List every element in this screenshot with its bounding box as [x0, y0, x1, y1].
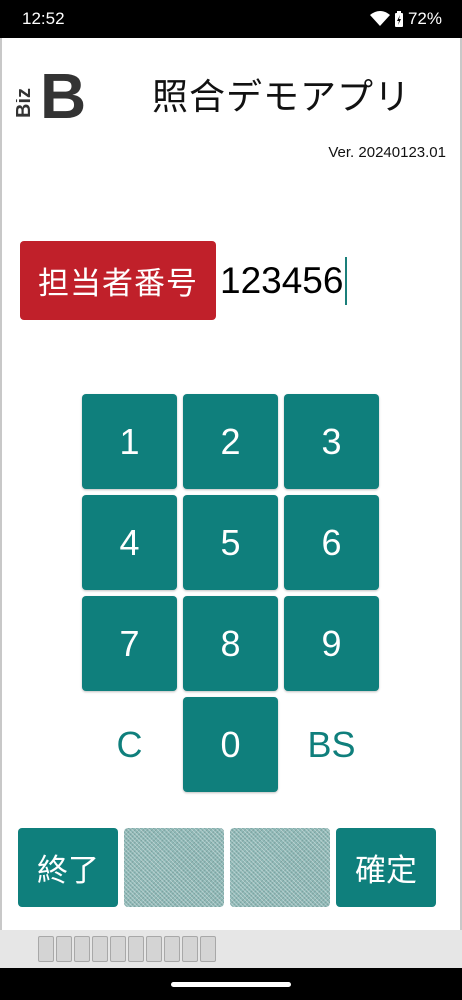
biz-logo: Biz B: [13, 60, 96, 132]
key-5[interactable]: 5: [183, 495, 278, 590]
key-0[interactable]: 0: [183, 697, 278, 792]
backspace-key[interactable]: BS: [284, 697, 379, 792]
staff-number-field[interactable]: 123456: [220, 252, 420, 310]
key-2[interactable]: 2: [183, 394, 278, 489]
exit-button[interactable]: 終了: [18, 828, 118, 907]
bottom-slot-strip: [0, 930, 462, 968]
key-9[interactable]: 9: [284, 596, 379, 691]
battery-percent: 72%: [407, 9, 442, 28]
text-cursor: [345, 257, 348, 305]
app-window: Biz B 照合デモアプリ Ver. 20240123.01 担当者番号 123…: [0, 38, 462, 930]
key-8[interactable]: 8: [183, 596, 278, 691]
slot: [182, 936, 198, 962]
staff-number-value: 123456: [220, 260, 344, 301]
home-gesture-handle[interactable]: [171, 982, 291, 987]
key-6[interactable]: 6: [284, 495, 379, 590]
battery-icon: [394, 10, 403, 27]
status-bar: 12:52 72%: [0, 0, 462, 38]
status-icons: 72%: [369, 9, 442, 29]
logo-big-letter: B: [40, 62, 86, 122]
logo-letters: Biz: [16, 88, 35, 118]
slot: [164, 936, 180, 962]
version-label: Ver. 20240123.01: [328, 144, 446, 161]
navigation-bar: [0, 968, 462, 1000]
status-time: 12:52: [22, 9, 65, 28]
blank-button-2: [230, 828, 330, 907]
app-title: 照合デモアプリ: [152, 76, 412, 117]
wifi-icon: [369, 11, 390, 26]
key-1[interactable]: 1: [82, 394, 177, 489]
slot: [128, 936, 144, 962]
blank-button-1: [124, 828, 224, 907]
slot: [74, 936, 90, 962]
key-3[interactable]: 3: [284, 394, 379, 489]
key-7[interactable]: 7: [82, 596, 177, 691]
slot: [200, 936, 216, 962]
slot: [146, 936, 162, 962]
slot: [56, 936, 72, 962]
staff-number-label: 担当者番号: [20, 241, 216, 320]
slot: [110, 936, 126, 962]
slot: [38, 936, 54, 962]
slot: [92, 936, 108, 962]
key-4[interactable]: 4: [82, 495, 177, 590]
clear-key[interactable]: C: [82, 697, 177, 792]
confirm-button[interactable]: 確定: [336, 828, 436, 907]
